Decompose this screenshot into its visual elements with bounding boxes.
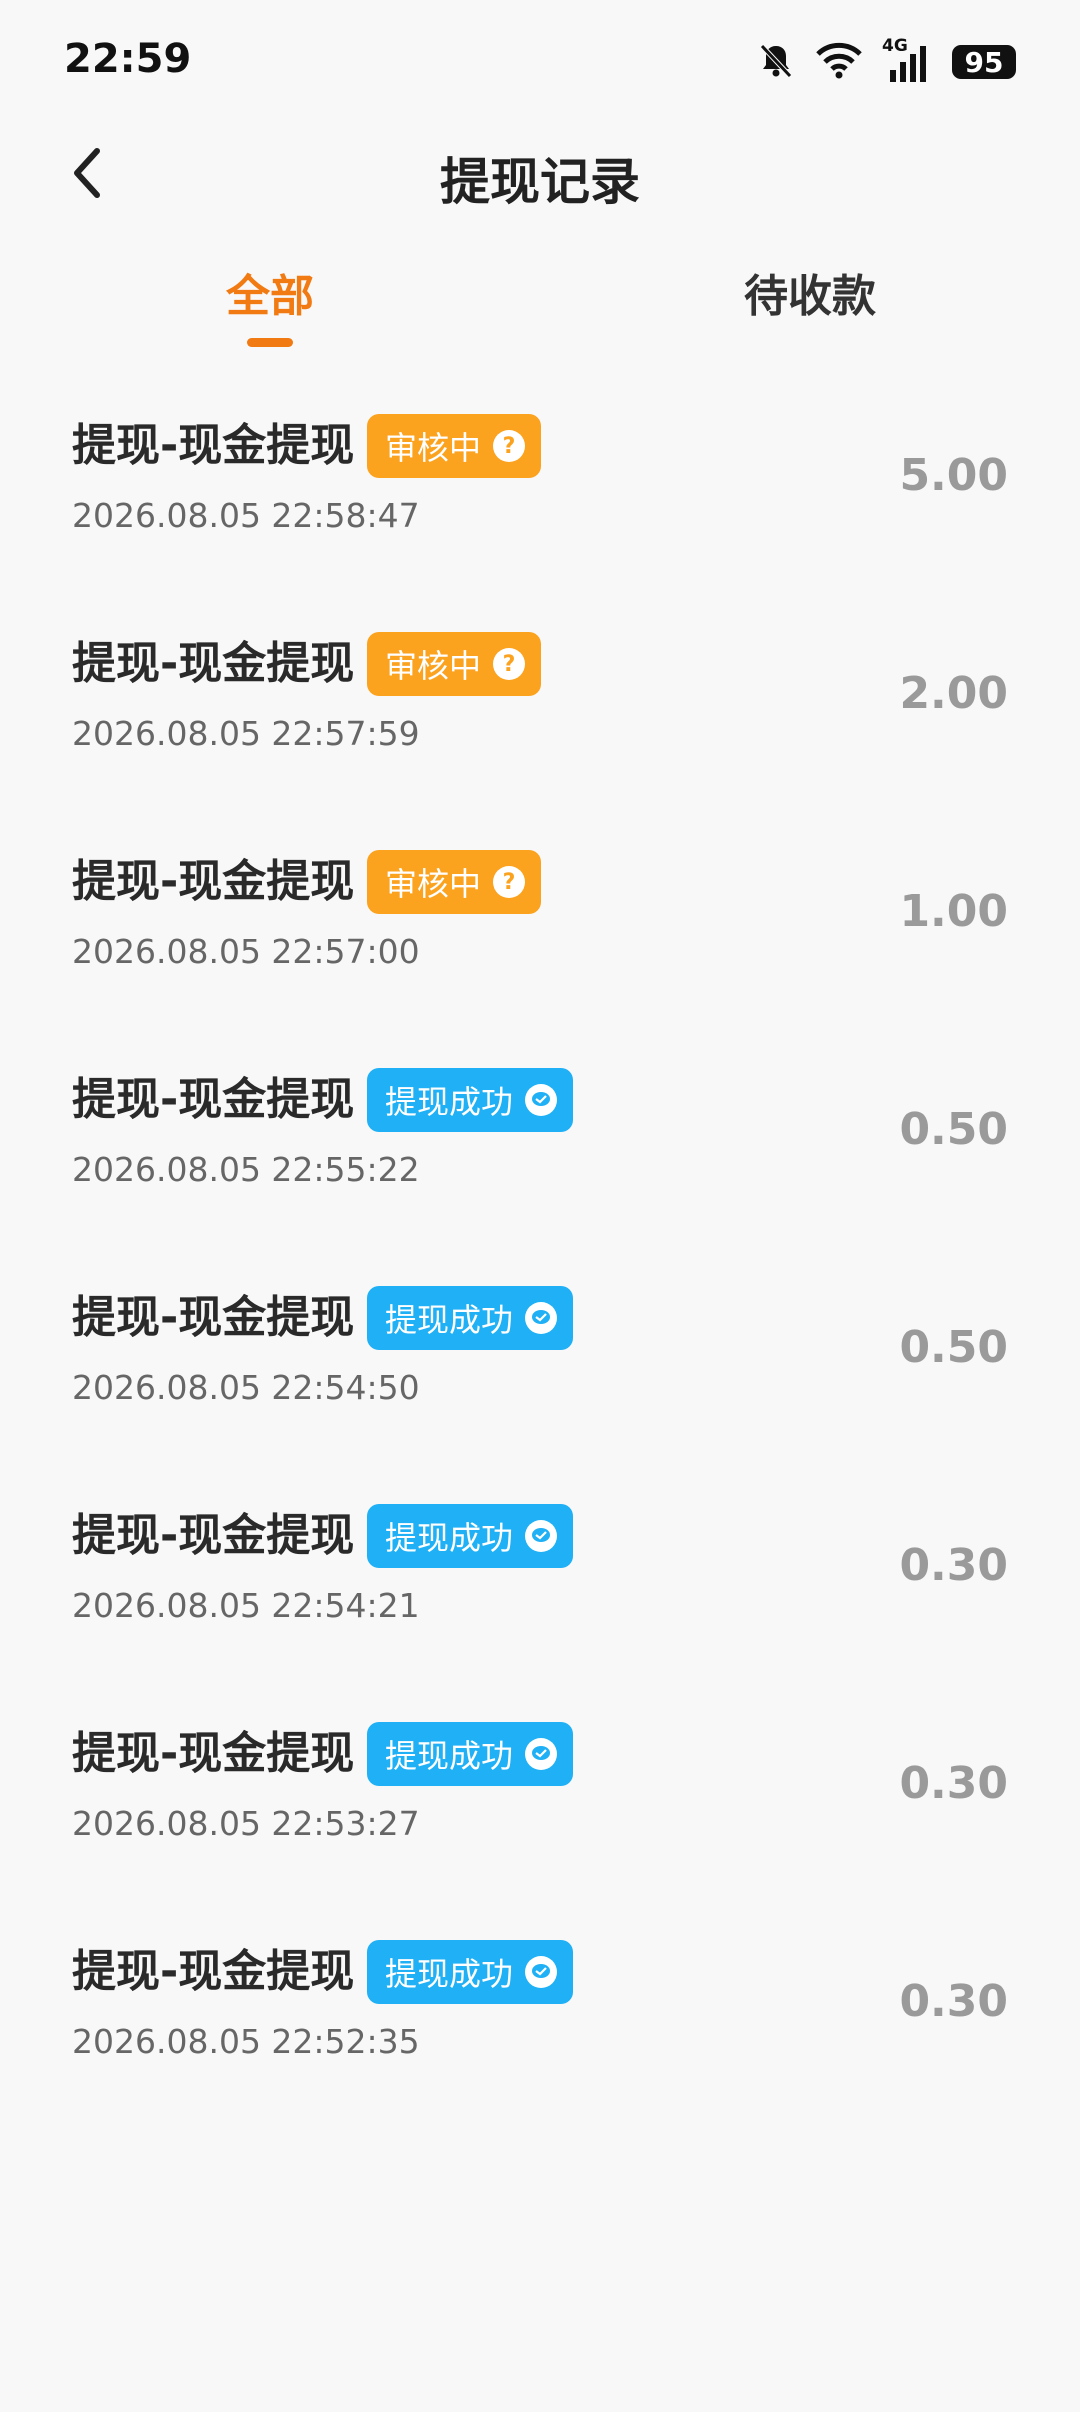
record-time: 2026.08.05 22:53:27 [72, 1804, 420, 1843]
status-label: 提现成功 [385, 1083, 514, 1121]
record-amount: 5.00 [899, 450, 1008, 501]
record-amount: 0.50 [899, 1104, 1008, 1155]
record-amount: 0.30 [899, 1540, 1008, 1591]
record-amount: 0.50 [899, 1322, 1008, 1373]
status-badge[interactable]: 审核中 ? [367, 850, 542, 914]
record-title: 提现-现金提现 [72, 856, 355, 907]
status-badge: 提现成功 [367, 1504, 574, 1568]
record-title: 提现-现金提现 [72, 1728, 355, 1779]
battery-icon: 95 [952, 45, 1016, 79]
list-item[interactable]: 提现-现金提现 提现成功 2026.08.05 22:54:50 0.50 [0, 1286, 1080, 1504]
list-item[interactable]: 提现-现金提现 提现成功 2026.08.05 22:55:22 0.50 [0, 1068, 1080, 1286]
wechat-icon [525, 1738, 558, 1770]
record-amount: 2.00 [899, 668, 1008, 719]
status-badge: 提现成功 [367, 1940, 574, 2004]
tab-bar: 全部 待收款 [0, 250, 1080, 360]
page-title: 提现记录 [440, 153, 640, 211]
record-title: 提现-现金提现 [72, 638, 355, 689]
list-item[interactable]: 提现-现金提现 审核中 ? 2026.08.05 22:57:00 1.00 [0, 850, 1080, 1068]
status-label: 审核中 [385, 429, 482, 467]
record-amount: 0.30 [899, 1976, 1008, 2027]
list-item[interactable]: 提现-现金提现 审核中 ? 2026.08.05 22:58:47 5.00 [0, 414, 1080, 632]
status-bar: 22:59 4G 95 [0, 0, 1080, 120]
wechat-icon [525, 1302, 558, 1334]
status-badge[interactable]: 审核中 ? [367, 632, 542, 696]
tab-all[interactable]: 全部 [120, 260, 420, 324]
signal-icon: 4G [882, 36, 934, 84]
record-time: 2026.08.05 22:55:22 [72, 1150, 420, 1189]
question-icon: ? [493, 866, 526, 898]
record-time: 2026.08.05 22:52:35 [72, 2022, 420, 2061]
record-title: 提现-现金提现 [72, 420, 355, 471]
record-title: 提现-现金提现 [72, 1510, 355, 1561]
status-badge[interactable]: 审核中 ? [367, 414, 542, 478]
list-item[interactable]: 提现-现金提现 提现成功 2026.08.05 22:53:27 0.30 [0, 1722, 1080, 1940]
record-title: 提现-现金提现 [72, 1074, 355, 1125]
status-time: 22:59 [64, 36, 192, 82]
record-title: 提现-现金提现 [72, 1946, 355, 1997]
question-icon: ? [493, 430, 526, 462]
list-item[interactable]: 提现-现金提现 提现成功 2026.08.05 22:54:21 0.30 [0, 1504, 1080, 1722]
record-time: 2026.08.05 22:54:21 [72, 1586, 420, 1625]
record-time: 2026.08.05 22:58:47 [72, 496, 420, 535]
status-icons: 4G 95 [756, 36, 1016, 84]
list-item[interactable]: 提现-现金提现 提现成功 2026.08.05 22:52:35 0.30 [0, 1940, 1080, 2158]
status-label: 提现成功 [385, 1955, 514, 1993]
status-badge: 提现成功 [367, 1068, 574, 1132]
wechat-icon [525, 1084, 558, 1116]
status-label: 提现成功 [385, 1301, 514, 1339]
record-time: 2026.08.05 22:57:00 [72, 932, 420, 971]
record-time: 2026.08.05 22:54:50 [72, 1368, 420, 1407]
active-tab-indicator [247, 338, 293, 347]
status-badge: 提现成功 [367, 1286, 574, 1350]
question-icon: ? [493, 648, 526, 680]
wifi-icon [814, 40, 864, 84]
status-label: 提现成功 [385, 1519, 514, 1557]
record-amount: 1.00 [899, 886, 1008, 937]
wechat-icon [525, 1956, 558, 1988]
status-badge: 提现成功 [367, 1722, 574, 1786]
wechat-icon [525, 1520, 558, 1552]
record-title: 提现-现金提现 [72, 1292, 355, 1343]
record-time: 2026.08.05 22:57:59 [72, 714, 420, 753]
tab-pending-payment[interactable]: 待收款 [660, 260, 960, 324]
header: 提现记录 [0, 120, 1080, 230]
status-label: 审核中 [385, 647, 482, 685]
status-label: 审核中 [385, 865, 482, 903]
bell-off-icon [756, 40, 796, 84]
record-amount: 0.30 [899, 1758, 1008, 1809]
status-label: 提现成功 [385, 1737, 514, 1775]
list-item[interactable]: 提现-现金提现 审核中 ? 2026.08.05 22:57:59 2.00 [0, 632, 1080, 850]
